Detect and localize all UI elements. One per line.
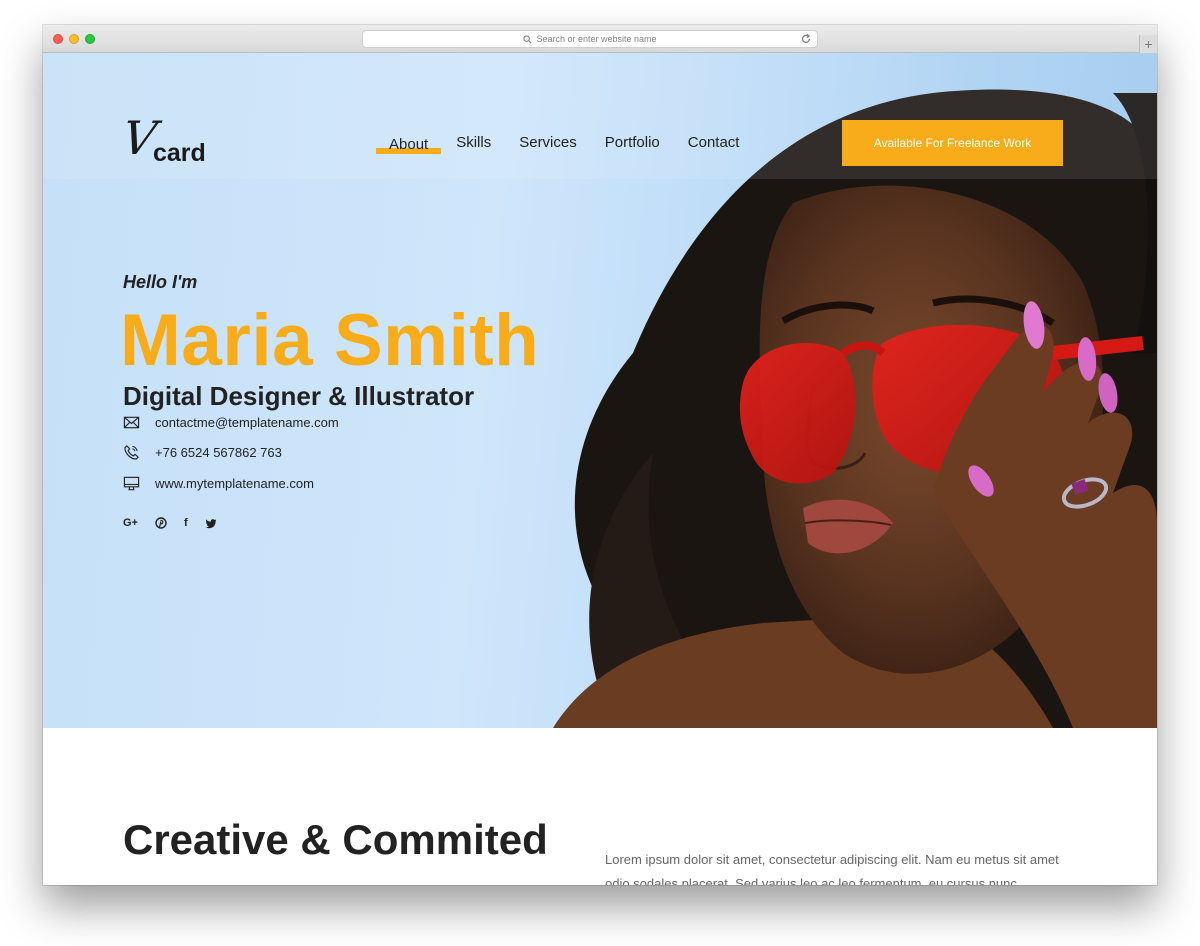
search-icon — [523, 34, 532, 43]
monitor-icon — [123, 476, 140, 491]
hero-section: V card About Skills Services Portfolio C… — [43, 53, 1157, 728]
about-section: Creative & Commited Lorem ipsum dolor si… — [43, 728, 1157, 885]
nav-item-skills[interactable]: Skills — [456, 134, 491, 153]
new-tab-button[interactable]: + — [1139, 35, 1157, 53]
nav-item-portfolio[interactable]: Portfolio — [605, 134, 660, 153]
main-nav: About Skills Services Portfolio Contact — [376, 134, 739, 153]
address-bar[interactable]: Search or enter website name — [362, 30, 818, 48]
freelance-cta-button[interactable]: Available For Freelance Work — [842, 120, 1063, 166]
browser-window: Search or enter website name + V card Ab… — [43, 25, 1157, 885]
logo-word: card — [153, 139, 206, 167]
social-links: G+ f — [123, 517, 217, 529]
nav-item-services[interactable]: Services — [519, 134, 577, 153]
minimize-window-button[interactable] — [69, 34, 79, 44]
reload-icon[interactable] — [800, 33, 812, 45]
about-text: Lorem ipsum dolor sit amet, consectetur … — [605, 852, 1059, 885]
envelope-icon — [123, 416, 140, 429]
google-plus-icon[interactable]: G+ — [123, 517, 138, 529]
maximize-window-button[interactable] — [85, 34, 95, 44]
close-window-button[interactable] — [53, 34, 63, 44]
hero-name: Maria Smith — [120, 300, 540, 381]
contact-website-row: www.mytemplatename.com — [123, 475, 314, 492]
hero-greeting: Hello I'm — [123, 272, 198, 292]
phone-icon — [124, 445, 139, 460]
contact-email-row: contactme@templatename.com — [123, 414, 339, 431]
about-title: Creative & Commited — [123, 816, 548, 863]
contact-phone-row: +76 6524 567862 763 — [123, 444, 282, 461]
facebook-icon[interactable]: f — [184, 517, 188, 529]
nav-item-contact[interactable]: Contact — [688, 134, 740, 153]
contact-phone[interactable]: +76 6524 567862 763 — [155, 445, 282, 460]
hero-role: Digital Designer & Illustrator — [123, 381, 475, 411]
contact-website[interactable]: www.mytemplatename.com — [155, 476, 314, 491]
pinterest-icon[interactable] — [155, 517, 167, 529]
browser-titlebar: Search or enter website name + — [43, 25, 1157, 53]
nav-item-about[interactable]: About — [376, 136, 441, 153]
address-bar-placeholder: Search or enter website name — [536, 34, 657, 44]
contact-email[interactable]: contactme@templatename.com — [155, 415, 339, 430]
twitter-icon[interactable] — [205, 517, 217, 529]
